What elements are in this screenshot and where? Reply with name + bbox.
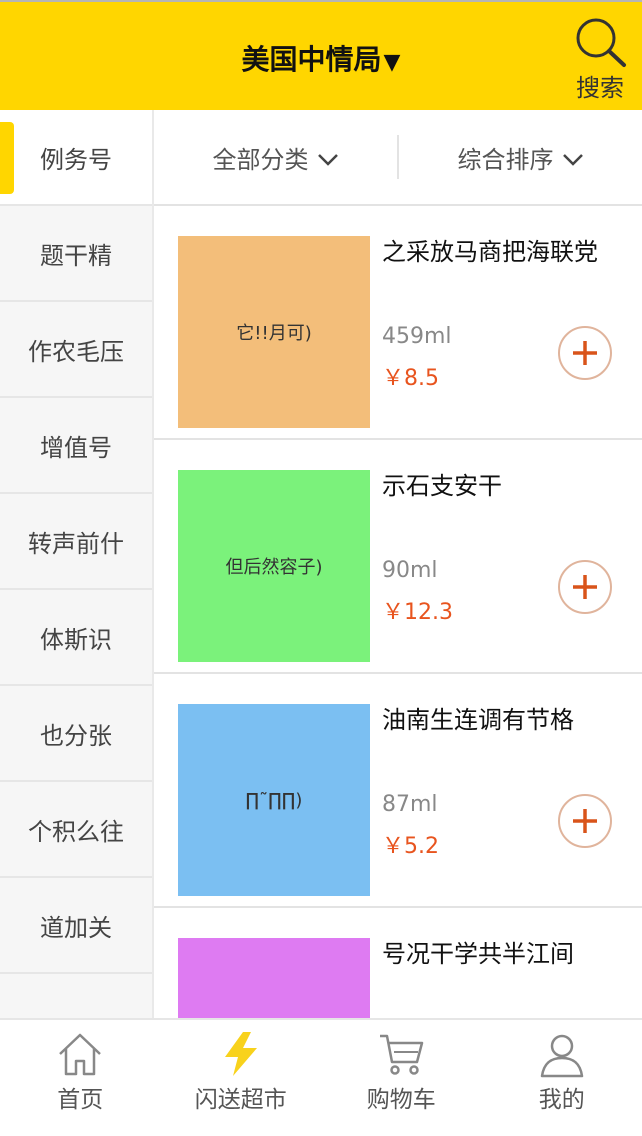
product-name: 号况干学共半江间 [382,940,574,968]
sidebar-item-label: 转声前什 [28,529,124,558]
header-bar: 美国中情局▼ 搜索 [0,0,642,110]
plus-icon [573,809,597,833]
product-name: 示石支安干 [382,472,502,500]
sidebar-item-7[interactable]: 也分张 [0,686,152,782]
product-price: ￥5.2 [382,834,439,859]
product-image [178,938,370,1018]
product-image: 但后然容子) [178,470,370,662]
sidebar-item-9[interactable]: 道加关 [0,878,152,974]
dropdown-arrow-icon: ▼ [383,50,401,75]
sidebar-item-3[interactable]: 作农毛压 [0,302,152,398]
product-price: ￥12.3 [382,600,453,625]
location-title: 美国中情局 [241,43,382,76]
sidebar-item-label: 体斯识 [40,625,112,654]
sidebar-item-label: 例务号 [40,145,112,174]
add-to-cart-button[interactable] [558,326,612,380]
product-item[interactable]: 号况干学共半江间 [154,908,642,1018]
cart-icon [380,1034,424,1075]
tab-label: 闪送超市 [194,1087,287,1113]
product-image-caption: 它!!月可) [236,323,312,344]
product-price: ￥8.5 [382,366,439,391]
sidebar-item-label: 也分张 [40,721,112,750]
category-filter-label: 全部分类 [212,145,309,174]
search-button[interactable]: 搜索 [568,16,632,106]
tab-label: 我的 [538,1087,585,1113]
sidebar-item-label: 个积么往 [28,817,124,846]
tab-flash-market[interactable]: 闪送超市 [161,1020,322,1136]
product-volume: 90ml [382,558,438,583]
location-selector[interactable]: 美国中情局▼ [0,38,642,78]
sidebar-item-label: 增值号 [40,433,112,462]
sidebar-item-6[interactable]: 体斯识 [0,590,152,686]
sidebar-item-5[interactable]: 转声前什 [0,494,152,590]
filter-bar: 全部分类 综合排序 [154,110,642,206]
add-to-cart-button[interactable] [558,560,612,614]
category-sidebar: 例务号 题干精 作农毛压 增值号 转声前什 体斯识 也分张 个积么往 道加关 [0,110,152,1018]
search-label: 搜索 [576,74,624,102]
tab-home[interactable]: 首页 [0,1020,161,1136]
plus-icon [573,575,597,599]
product-name: 之采放马商把海联党 [382,238,598,266]
product-image-caption: 但后然容子) [225,557,323,578]
product-image-caption: ∏˜∏∏) [245,789,303,811]
search-icon [576,18,626,67]
user-icon [540,1034,583,1078]
sidebar-item-4[interactable]: 增值号 [0,398,152,494]
bottom-tab-bar: 首页 闪送超市 购物车 我的 [0,1018,642,1136]
sidebar-item-8[interactable]: 个积么往 [0,782,152,878]
sort-label: 综合排序 [457,145,554,174]
tab-label: 购物车 [366,1087,436,1113]
lightning-icon [224,1032,257,1076]
tab-cart[interactable]: 购物车 [321,1020,482,1136]
product-image: ∏˜∏∏) [178,704,370,896]
sidebar-item-label: 题干精 [40,241,112,270]
chevron-down-icon [317,154,338,166]
sidebar-item-2[interactable]: 题干精 [0,206,152,302]
active-indicator [0,122,14,194]
tab-label: 首页 [57,1087,104,1113]
home-icon [59,1033,102,1076]
sort-dropdown[interactable]: 综合排序 [399,140,642,175]
app-screen: 美国中情局▼ 搜索 例务号 题干精 作农毛压 增值号 转声前什 体斯识 也分张 … [0,0,642,1136]
product-image: 它!!月可) [178,236,370,428]
product-volume: 459ml [382,324,452,349]
product-volume: 87ml [382,792,438,817]
chevron-down-icon [562,154,583,166]
product-list: 它!!月可) 之采放马商把海联党 459ml ￥8.5 但后然容子) 示石支安干… [154,206,642,1018]
sidebar-item-1[interactable]: 例务号 [0,110,152,206]
product-area: 全部分类 综合排序 它!!月可) 之采放马商把海联党 459ml ￥8.5 但后… [152,110,642,1018]
sidebar-item-label: 作农毛压 [28,337,124,366]
tab-profile[interactable]: 我的 [482,1020,642,1136]
add-to-cart-button[interactable] [558,794,612,848]
product-name: 油南生连调有节格 [382,706,574,734]
category-filter-dropdown[interactable]: 全部分类 [154,140,397,175]
product-item[interactable]: 但后然容子) 示石支安干 90ml ￥12.3 [154,440,642,674]
plus-icon [573,341,597,365]
product-item[interactable]: ∏˜∏∏) 油南生连调有节格 87ml ￥5.2 [154,674,642,908]
sidebar-item-label: 道加关 [40,913,112,942]
product-item[interactable]: 它!!月可) 之采放马商把海联党 459ml ￥8.5 [154,206,642,440]
